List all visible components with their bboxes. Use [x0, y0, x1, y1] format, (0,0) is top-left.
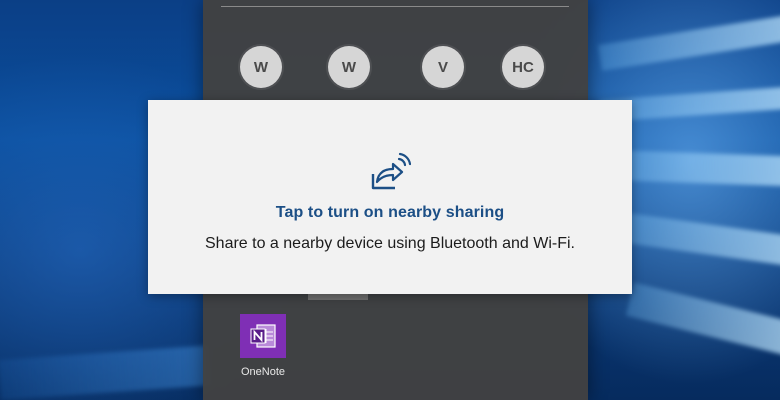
- contact-avatar[interactable]: V: [422, 46, 464, 88]
- wallpaper-light-beam: [597, 13, 780, 71]
- onenote-app-button[interactable]: [240, 314, 286, 358]
- wallpaper-light-beam: [0, 345, 211, 400]
- onenote-icon: [250, 324, 276, 348]
- contact-avatar[interactable]: W: [328, 46, 370, 88]
- contact-avatar[interactable]: W: [240, 46, 282, 88]
- notification-body: Share to a nearby device using Bluetooth…: [205, 235, 575, 252]
- wallpaper-light-beam: [609, 150, 780, 187]
- share-panel-scroll-indicator: [308, 294, 368, 300]
- wallpaper-light-beam: [617, 212, 780, 267]
- share-panel-divider: [221, 6, 569, 7]
- app-label: OneNote: [240, 366, 286, 378]
- nearby-sharing-notification[interactable]: Tap to turn on nearby sharing Share to a…: [148, 100, 632, 294]
- nearby-share-icon: [371, 152, 411, 190]
- wallpaper-light-beam: [625, 282, 780, 357]
- contact-avatar[interactable]: HC: [502, 46, 544, 88]
- desktop-background: W W V HC OneNote Tap to turn on nearby s…: [0, 0, 780, 400]
- notification-title: Tap to turn on nearby sharing: [275, 204, 505, 221]
